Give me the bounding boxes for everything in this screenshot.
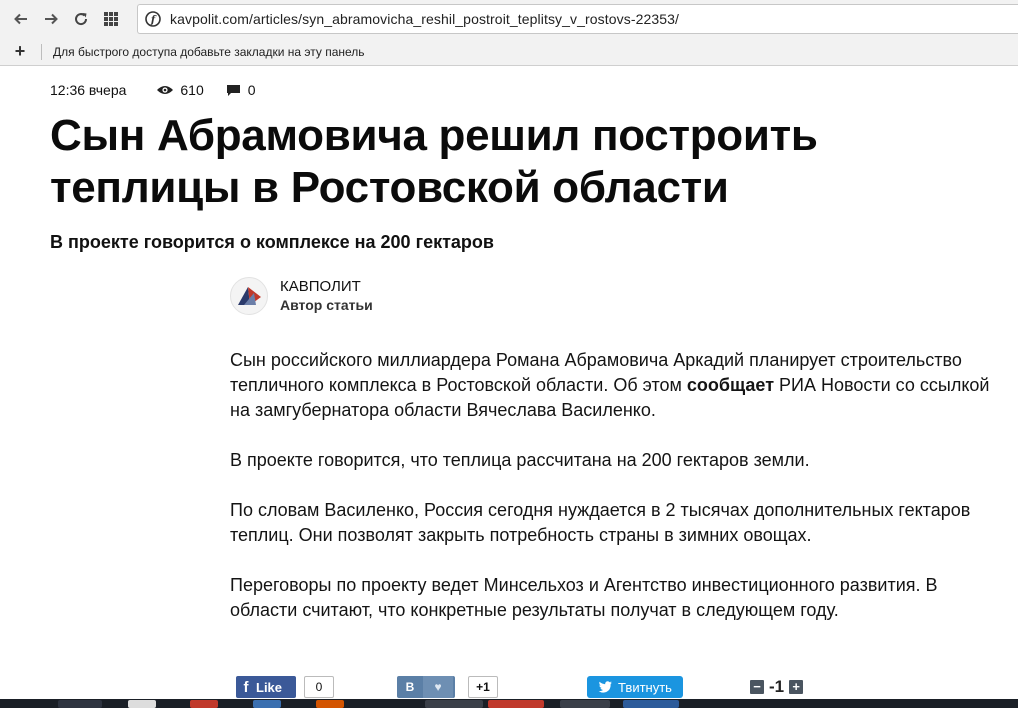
- taskbar-item[interactable]: [128, 700, 156, 708]
- taskbar-item[interactable]: [623, 700, 679, 708]
- facebook-like-button[interactable]: f Like: [236, 676, 296, 698]
- vk-like-count: +1: [468, 676, 498, 698]
- article-subtitle: В проекте говорится о комплексе на 200 г…: [50, 232, 494, 252]
- views-count: 610: [180, 82, 204, 98]
- facebook-like-count: 0: [304, 676, 334, 698]
- author-block[interactable]: КАВПОЛИТ Автор статьи: [230, 277, 373, 315]
- vote-up-button[interactable]: +: [789, 680, 804, 694]
- taskbar-item[interactable]: [58, 700, 102, 708]
- tweet-button[interactable]: Твитнуть: [587, 676, 683, 698]
- taskbar-item[interactable]: [560, 700, 610, 708]
- eye-icon: [157, 86, 174, 94]
- bookmarks-bar: + Для быстрого доступа добавьте закладки…: [0, 38, 1018, 66]
- browser-toolbar: f kavpolit.com/articles/syn_abramovicha_…: [0, 0, 1018, 38]
- vk-like-button[interactable]: В ♥: [397, 676, 455, 698]
- author-avatar[interactable]: [230, 277, 268, 315]
- apps-button[interactable]: [96, 4, 126, 34]
- share-bar: f Like 0 В ♥ +1 Твитнуть − -1 +: [0, 676, 1018, 700]
- site-info-icon[interactable]: f: [144, 10, 162, 28]
- facebook-like-label: Like: [256, 679, 283, 695]
- address-bar[interactable]: f kavpolit.com/articles/syn_abramovicha_…: [137, 4, 1018, 34]
- paragraph-1: Сын российского миллиардера Романа Абрам…: [230, 348, 990, 423]
- article-body: Сын российского миллиардера Романа Абрам…: [230, 348, 990, 648]
- rating-value: -1: [769, 677, 785, 696]
- forward-arrow-icon: [45, 13, 58, 25]
- reload-icon: [75, 13, 88, 26]
- comment-icon: [226, 84, 240, 96]
- author-name[interactable]: КАВПОЛИТ: [280, 278, 373, 296]
- source-link[interactable]: сообщает: [687, 375, 774, 395]
- paragraph-4: Переговоры по проекту ведет Минсельхоз и…: [230, 575, 938, 620]
- back-arrow-icon: [14, 13, 27, 25]
- taskbar-item[interactable]: [190, 700, 218, 708]
- tweet-label: Твитнуть: [618, 679, 672, 695]
- facebook-icon: f: [243, 678, 249, 696]
- rating-widget: − -1 +: [750, 676, 804, 698]
- bookmarks-hint: Для быстрого доступа добавьте закладки н…: [53, 44, 365, 59]
- kavpolit-logo-icon: [238, 287, 261, 305]
- paragraph-2: В проекте говорится, что теплица рассчит…: [230, 450, 810, 470]
- os-taskbar: [0, 699, 1018, 708]
- forward-button[interactable]: [36, 4, 66, 34]
- article-title: Сын Абрамовича решил построить теплицы в…: [50, 111, 818, 212]
- taskbar-item[interactable]: [316, 700, 344, 708]
- paragraph-3: По словам Василенко, Россия сегодня нужд…: [230, 500, 971, 545]
- heart-icon: ♥: [423, 676, 453, 698]
- taskbar-item[interactable]: [488, 700, 544, 708]
- apps-grid-icon: [104, 12, 118, 26]
- comments-counter[interactable]: 0: [226, 82, 256, 98]
- author-info: КАВПОЛИТ Автор статьи: [280, 278, 373, 314]
- add-bookmark-icon[interactable]: +: [12, 41, 28, 61]
- author-role: Автор статьи: [280, 297, 373, 313]
- vote-down-button[interactable]: −: [750, 680, 764, 694]
- comments-count: 0: [247, 82, 256, 98]
- taskbar-item[interactable]: [425, 700, 483, 708]
- vk-icon: В: [405, 680, 415, 694]
- back-button[interactable]: [6, 4, 36, 34]
- reload-button[interactable]: [66, 4, 96, 34]
- views-counter: 610: [156, 82, 204, 98]
- article-meta: 12:36 вчера 610 0: [50, 82, 256, 98]
- taskbar-item[interactable]: [253, 700, 281, 708]
- url-text[interactable]: kavpolit.com/articles/syn_abramovicha_re…: [170, 11, 679, 27]
- publish-time: 12:36 вчера: [50, 82, 127, 98]
- twitter-bird-icon: [598, 681, 613, 693]
- bookmarks-divider: [41, 43, 42, 60]
